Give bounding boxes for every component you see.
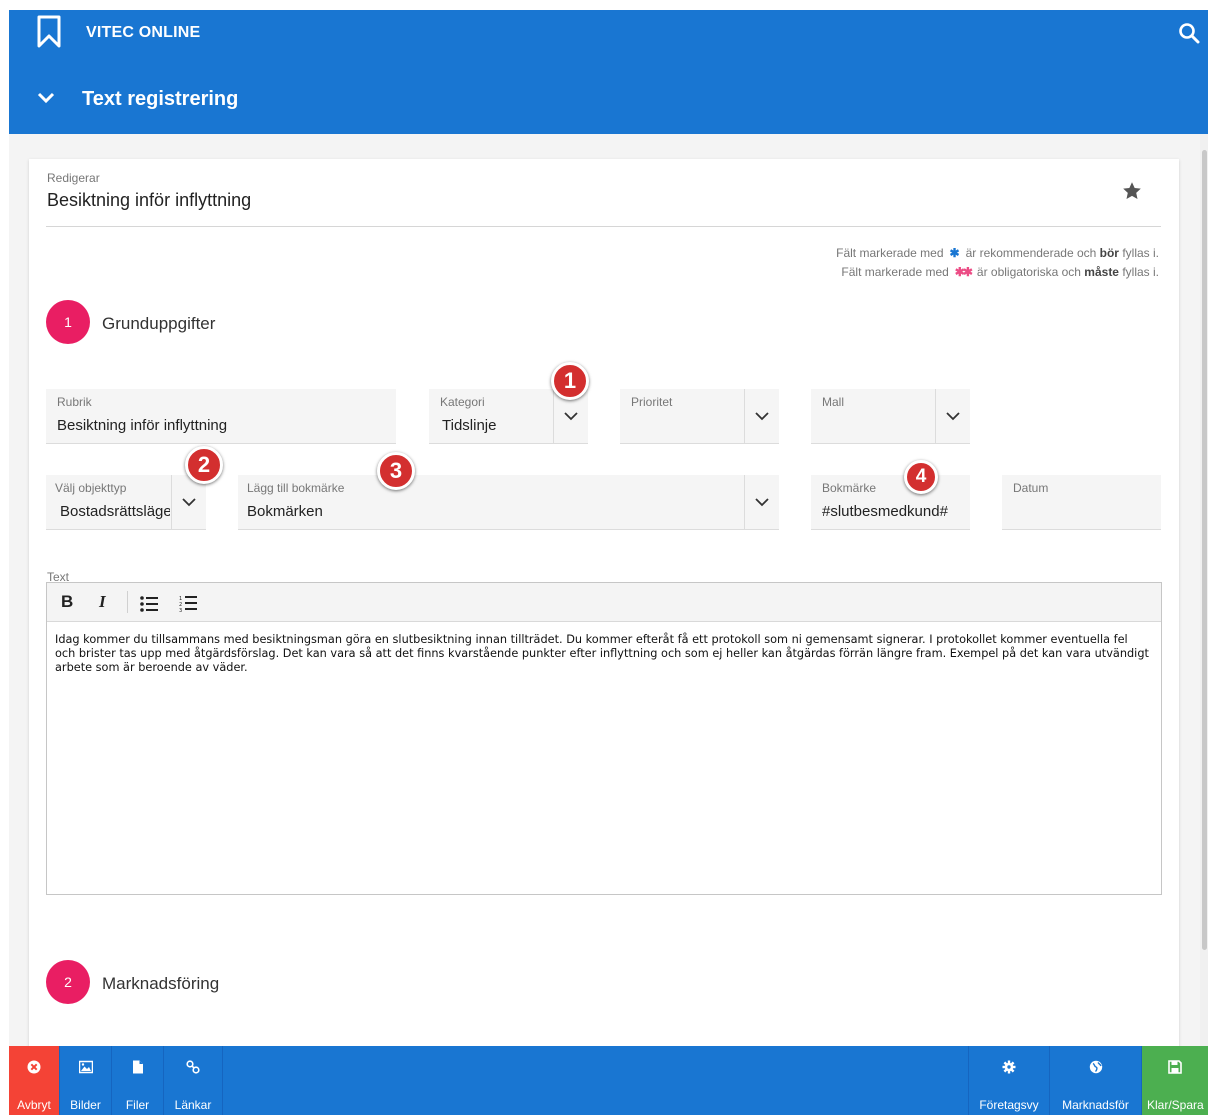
images-button[interactable]: Bilder bbox=[60, 1046, 112, 1115]
gear-icon bbox=[1002, 1060, 1016, 1074]
lagg-till-bokmarke-select[interactable]: Lägg till bokmärke Bokmärken bbox=[238, 475, 779, 530]
chevron-down-icon bbox=[755, 498, 769, 507]
legend-recommended: Fält markerade med ✱ är rekommenderade och… bbox=[836, 246, 1159, 260]
scrollbar-thumb[interactable] bbox=[1202, 150, 1207, 950]
field-label: Prioritet bbox=[631, 395, 673, 409]
prioritet-select[interactable]: Prioritet bbox=[620, 389, 779, 444]
button-label: Marknadsför bbox=[1062, 1098, 1129, 1112]
rich-text-editor[interactable]: B I 1 2 3 Idag kommer du tillsammans med… bbox=[46, 582, 1162, 895]
dropdown-button[interactable] bbox=[935, 389, 970, 443]
annotation-badge: 4 bbox=[904, 460, 938, 494]
annotation-badge: 3 bbox=[377, 452, 415, 490]
italic-button[interactable]: I bbox=[99, 592, 106, 612]
annotation-badge: 2 bbox=[185, 446, 223, 484]
chevron-down-icon bbox=[946, 412, 960, 421]
chevron-down-icon bbox=[755, 412, 769, 421]
recommended-asterisk-icon: ✱ bbox=[949, 246, 960, 260]
legend-text: fyllas i. bbox=[1118, 265, 1159, 279]
app-name: VITEC ONLINE bbox=[86, 24, 201, 41]
document-title: Besiktning inför inflyttning bbox=[47, 190, 252, 210]
section-title: Marknadsföring bbox=[102, 974, 220, 993]
dropdown-button[interactable] bbox=[744, 475, 779, 529]
field-label: Välj objekttyp bbox=[55, 481, 127, 495]
divider bbox=[46, 226, 1161, 227]
field-value: Tidslinje bbox=[442, 417, 497, 434]
legend-text: fyllas i. bbox=[1118, 246, 1159, 260]
field-label: Lägg till bokmärke bbox=[247, 481, 345, 495]
legend-bold: bör bbox=[1099, 246, 1119, 260]
legend-text: Fält markerade med bbox=[841, 265, 949, 279]
dropdown-button[interactable] bbox=[744, 389, 779, 443]
bookmark-logo-icon[interactable] bbox=[36, 15, 62, 49]
numbered-list-icon[interactable]: 1 2 3 bbox=[179, 594, 198, 614]
button-label: Avbryt bbox=[17, 1098, 51, 1112]
bottom-action-bar: Avbryt Bilder Filer Länkar Företagsvy Ma… bbox=[9, 1046, 1208, 1115]
editor-content[interactable]: Idag kommer du tillsammans med besiktnin… bbox=[55, 633, 1151, 675]
legend-text: är obligatoriska och bbox=[976, 265, 1085, 279]
button-label: Klar/Spara bbox=[1147, 1098, 1204, 1112]
field-value: Bokmärken bbox=[247, 503, 323, 520]
cancel-button[interactable]: Avbryt bbox=[9, 1046, 60, 1115]
field-value: Bostadsrättslägenhet bbox=[60, 503, 170, 520]
legend-bold: måste bbox=[1084, 265, 1119, 279]
button-label: Företagsvy bbox=[979, 1098, 1039, 1112]
datum-field[interactable]: Datum bbox=[1002, 475, 1161, 530]
search-icon[interactable] bbox=[1178, 22, 1200, 44]
company-view-button[interactable]: Företagsvy bbox=[968, 1046, 1050, 1115]
annotation-badge: 1 bbox=[551, 362, 589, 400]
legend-required: Fält markerade med ✱✱ är obligatoriska och… bbox=[841, 265, 1159, 279]
required-asterisk-icon: ✱✱ bbox=[954, 265, 973, 279]
field-label: Mall bbox=[822, 395, 845, 409]
section-number: 1 bbox=[46, 300, 90, 344]
svg-text:3: 3 bbox=[179, 608, 182, 614]
links-button[interactable]: Länkar bbox=[164, 1046, 223, 1115]
button-label: Bilder bbox=[70, 1098, 101, 1112]
chevron-down-icon[interactable] bbox=[36, 90, 56, 106]
field-label: Datum bbox=[1013, 481, 1049, 495]
chevron-down-icon bbox=[182, 498, 196, 507]
section-title: Grunduppgifter bbox=[102, 314, 216, 333]
objekttyp-select[interactable]: Välj objekttyp Bostadsrättslägenhet bbox=[46, 475, 206, 530]
bokmarke-field[interactable]: Bokmärke #slutbesmedkund# bbox=[811, 475, 970, 530]
link-icon bbox=[186, 1060, 200, 1074]
field-label: Rubrik bbox=[57, 395, 92, 409]
toolbar-separator bbox=[127, 591, 128, 613]
globe-icon bbox=[1089, 1060, 1102, 1074]
cancel-icon bbox=[27, 1060, 41, 1074]
bullet-list-icon[interactable] bbox=[140, 594, 159, 614]
mall-select[interactable]: Mall bbox=[811, 389, 970, 444]
file-icon bbox=[132, 1060, 143, 1074]
bold-button[interactable]: B bbox=[61, 592, 73, 612]
legend-text: Fält markerade med bbox=[836, 246, 944, 260]
section-number: 2 bbox=[46, 960, 90, 1004]
star-icon[interactable] bbox=[1121, 180, 1143, 202]
editing-label: Redigerar bbox=[47, 171, 100, 185]
field-value: #slutbesmedkund# bbox=[822, 503, 948, 520]
marketing-button[interactable]: Marknadsför bbox=[1050, 1046, 1142, 1115]
form-card: Redigerar Besiktning inför inflyttning F… bbox=[29, 159, 1179, 1046]
page: VITEC ONLINE Text registrering Redigerar… bbox=[0, 0, 1208, 1115]
save-icon bbox=[1168, 1060, 1182, 1074]
rubrik-field[interactable]: Rubrik Besiktning inför inflyttning bbox=[46, 389, 396, 444]
field-label: Bokmärke bbox=[822, 481, 877, 495]
button-label: Filer bbox=[125, 1098, 150, 1112]
content-area[interactable]: Redigerar Besiktning inför inflyttning F… bbox=[9, 134, 1200, 1046]
field-value: Besiktning inför inflyttning bbox=[57, 417, 228, 434]
editor-toolbar: B I 1 2 3 bbox=[47, 583, 1161, 622]
page-title: Text registrering bbox=[82, 88, 239, 110]
save-button[interactable]: Klar/Spara bbox=[1142, 1046, 1208, 1115]
header-bar: VITEC ONLINE Text registrering bbox=[9, 10, 1208, 134]
button-label: Länkar bbox=[174, 1098, 212, 1112]
files-button[interactable]: Filer bbox=[112, 1046, 164, 1115]
legend-text: är rekommenderade och bbox=[965, 246, 1100, 260]
field-label: Kategori bbox=[440, 395, 485, 409]
image-icon bbox=[78, 1060, 93, 1074]
chevron-down-icon bbox=[564, 412, 578, 421]
